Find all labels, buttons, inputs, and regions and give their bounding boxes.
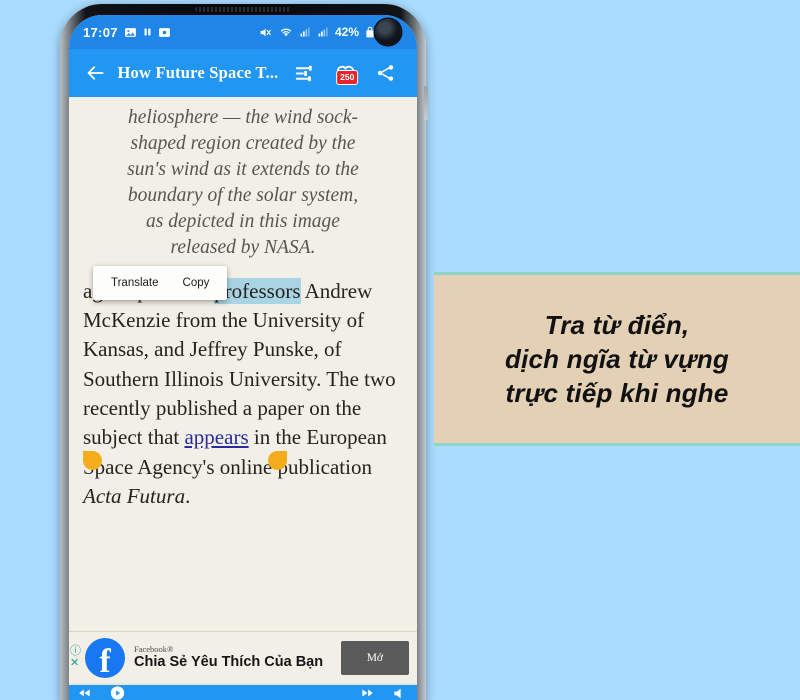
caption-line: shaped region created by the	[130, 132, 356, 154]
power-button[interactable]	[424, 86, 428, 120]
player-speaker-icon[interactable]	[391, 686, 409, 700]
back-arrow-icon[interactable]	[81, 63, 111, 83]
paragraph-text-after: Andrew McKenzie from the University of K…	[83, 278, 396, 450]
status-bar: 17:07 42%	[69, 15, 417, 49]
player-left-controls[interactable]	[77, 685, 126, 700]
player-right-controls[interactable]	[359, 686, 409, 700]
ad-close-icon[interactable]: ✕	[70, 657, 81, 670]
app-toolbar: How Future Space T... 250	[69, 49, 417, 97]
copy-button[interactable]: Copy	[171, 277, 222, 289]
caption-line: boundary of the solar system,	[127, 184, 359, 206]
ad-open-button[interactable]: Mở	[340, 640, 409, 675]
ad-controls[interactable]: ⓘ ✕	[70, 645, 81, 669]
battery-percent: 42%	[334, 25, 359, 39]
inline-link-appears[interactable]: appears	[184, 425, 248, 449]
feature-caption-text: Tra từ điển, dịch ngĩa từ vựng trực tiếp…	[505, 308, 729, 411]
ad-banner[interactable]: ⓘ ✕ f Facebook® Chia Sẻ Yêu Thích Của Bạ…	[69, 631, 417, 683]
feature-caption-line: dịch ngĩa từ vựng	[505, 343, 729, 374]
image-icon	[124, 26, 137, 39]
caption-line: heliosphere — the wind sock-	[128, 107, 358, 128]
player-rewind-icon[interactable]	[77, 686, 93, 700]
feature-caption-line: trực tiếp khi nghe	[505, 378, 729, 409]
phone-device-frame: 17:07 42% How Future Space T... 250 heli…	[60, 4, 428, 700]
ad-title: Chia Sẻ Yêu Thích Của Bạn	[134, 654, 324, 671]
article-paragraph[interactable]: age experts are professors Andrew McKenz…	[83, 277, 403, 512]
caption-line: as depicted in this image	[146, 210, 340, 232]
selection-handle-end[interactable]	[268, 451, 287, 470]
signal-icon	[317, 26, 329, 38]
publication-title: Acta Futura	[83, 484, 186, 509]
caption-line: released by NASA.	[170, 236, 316, 258]
audio-player-bar[interactable]	[69, 683, 417, 700]
battery-lock-icon	[365, 26, 375, 38]
status-time: 17:07	[83, 24, 118, 40]
article-content[interactable]: heliosphere — the wind sock- shaped regi…	[69, 97, 417, 700]
translate-button[interactable]: Translate	[99, 277, 171, 289]
feature-caption-line: Tra từ điển,	[544, 309, 690, 340]
page-title: How Future Space T...	[117, 63, 279, 82]
settings-sliders-icon[interactable]	[285, 63, 325, 84]
selected-word[interactable]: professors	[214, 277, 301, 304]
mute-icon	[258, 26, 273, 39]
wifi-icon	[279, 26, 293, 38]
ad-info-icon[interactable]: ⓘ	[70, 645, 81, 657]
pause-icon	[143, 26, 152, 38]
favorite-heart-icon[interactable]: 250	[325, 63, 365, 85]
favorite-count-badge: 250	[336, 70, 359, 85]
status-bar-left: 17:07	[83, 25, 171, 40]
ad-text-block: Facebook® Chia Sẻ Yêu Thích Của Bạn	[134, 643, 335, 671]
paragraph-end: .	[185, 484, 191, 509]
feature-caption-panel: Tra từ điển, dịch ngĩa từ vựng trực tiếp…	[434, 272, 800, 446]
ad-brand-label: Facebook®	[134, 643, 174, 654]
selection-handle-start[interactable]	[83, 451, 102, 470]
image-caption: heliosphere — the wind sock- shaped regi…	[83, 105, 403, 261]
player-play-icon[interactable]	[109, 685, 126, 700]
share-icon[interactable]	[365, 63, 405, 83]
facebook-logo-icon: f	[85, 637, 125, 678]
phone-screen: 17:07 42% How Future Space T... 250 heli…	[69, 15, 417, 700]
signal-icon	[299, 26, 311, 38]
text-selection-context-menu[interactable]: Translate Copy	[93, 266, 228, 300]
screen-record-icon	[158, 26, 171, 39]
player-forward-icon[interactable]	[359, 686, 375, 700]
caption-line: sun's wind as it extends to the	[127, 158, 359, 180]
front-camera-punch-hole	[375, 19, 401, 45]
earpiece-speaker-grille	[195, 7, 291, 12]
